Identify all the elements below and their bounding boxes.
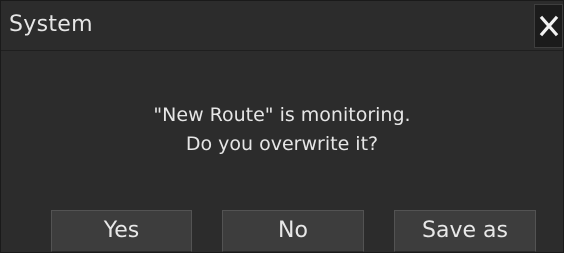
no-button[interactable]: No [222, 210, 364, 252]
dialog-message: "New Route" is monitoring. Do you overwr… [1, 101, 563, 159]
yes-button[interactable]: Yes [51, 210, 192, 252]
title-divider [1, 50, 563, 51]
close-button[interactable] [534, 4, 563, 48]
title-bar: System [1, 1, 563, 50]
system-dialog: System "New Route" is monitoring. Do you… [0, 0, 564, 253]
message-line-2: Do you overwrite it? [185, 133, 379, 155]
dialog-title: System [9, 12, 93, 37]
message-line-1: "New Route" is monitoring. [153, 104, 411, 126]
save-as-button[interactable]: Save as [394, 210, 536, 252]
close-icon [539, 15, 559, 37]
